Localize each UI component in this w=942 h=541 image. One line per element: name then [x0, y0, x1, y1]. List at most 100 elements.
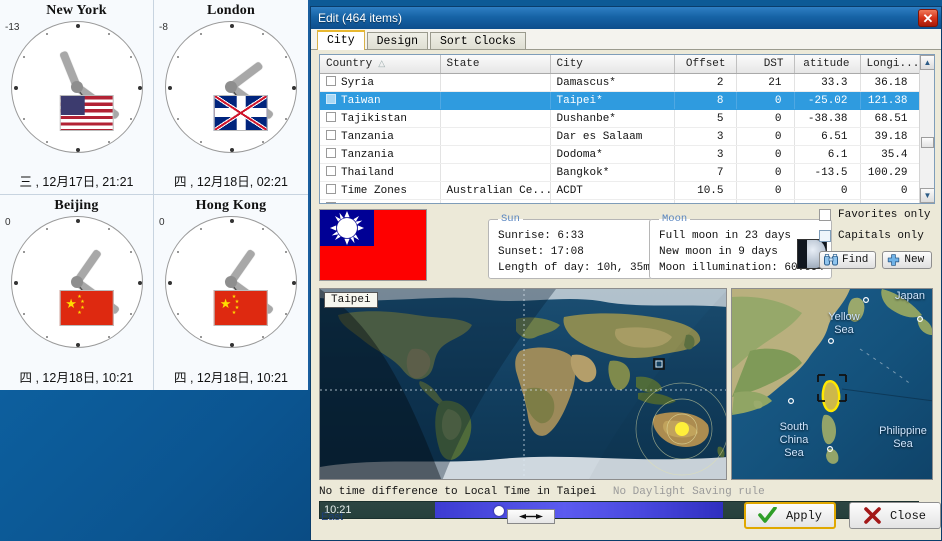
favorites-only-row[interactable]: Favorites only: [819, 209, 931, 221]
table-header-row: Country △ State City Offset DST atitude L…: [320, 55, 921, 74]
table-row[interactable]: Tajikistan Dushanbe* 5 0 -38.38 68.51: [320, 109, 921, 128]
apply-button[interactable]: Apply: [744, 502, 836, 529]
clock-beijing[interactable]: Beijing 0 ★ ★ ★ ★ ★ 四 , 12月18日, 10:21: [0, 195, 154, 390]
region-map[interactable]: Yellow Sea Japan South China Sea Philippine…: [731, 288, 933, 480]
cell-offset: 3: [674, 145, 737, 164]
row-checkbox[interactable]: [326, 130, 336, 140]
star-icon: ★: [77, 309, 82, 316]
country-label: Taiwan: [341, 95, 381, 107]
cell-latitude: 6.1: [794, 145, 861, 164]
dialog-title: Edit (464 items): [318, 11, 403, 25]
scrollbar-thumb[interactable]: [921, 137, 934, 148]
clock-london[interactable]: London -8 四 , 12月18日, 02:21: [154, 0, 308, 195]
col-country[interactable]: Country △: [320, 55, 441, 74]
col-latitude[interactable]: atitude: [794, 55, 861, 74]
country-label: Time Zones: [341, 203, 407, 204]
clock-tick: [107, 228, 110, 231]
cn-flag-icon: ★ ★ ★ ★ ★: [213, 289, 268, 326]
cell-state: [440, 91, 551, 110]
col-label: Country: [326, 58, 373, 70]
clock-tick: [177, 251, 180, 253]
country-label: Time Zones: [341, 185, 408, 197]
cell-country: Time Zones: [320, 181, 441, 200]
clock-tick: [262, 140, 264, 143]
clock-tick: [22, 313, 25, 315]
clock-tick: [22, 56, 25, 58]
clock-tick: [200, 335, 202, 338]
cell-city: Damascus*: [550, 73, 675, 92]
table-row[interactable]: Tanzania Dodoma* 3 0 6.1 35.4: [320, 145, 921, 164]
row-checkbox[interactable]: [326, 166, 336, 176]
col-dst[interactable]: DST: [736, 55, 795, 74]
clock-title: Hong Kong: [195, 198, 267, 213]
clock-tick: [200, 228, 202, 231]
cell-city: ACST: [550, 199, 675, 203]
clock-tick: [75, 24, 80, 28]
table-row[interactable]: Time Zones Australian Ce... ACDT 10.5 0 …: [320, 181, 921, 200]
sun-info-group: Sun Sunrise: 6:33 Sunset: 17:08 Length o…: [488, 213, 658, 279]
arrow-nudge-icon[interactable]: [507, 509, 555, 524]
table-row[interactable]: Thailand Bangkok* 7 0 -13.5 100.29: [320, 163, 921, 182]
clock-tick: [230, 343, 234, 347]
scroll-up-icon[interactable]: ▲: [920, 55, 934, 70]
close-icon[interactable]: ✕: [918, 9, 938, 27]
col-offset[interactable]: Offset: [674, 55, 737, 74]
slider-east-label: East: [321, 511, 344, 523]
find-button[interactable]: Find: [819, 251, 877, 269]
clock-tick: [177, 56, 180, 58]
close-button[interactable]: Close: [849, 502, 941, 529]
clock-tick: [45, 33, 48, 36]
cell-dst: 0: [736, 127, 795, 146]
clock-tick: [292, 281, 296, 285]
sunset-text: Sunset: 17:08: [498, 246, 584, 258]
clock-tick: [230, 148, 234, 152]
capitals-only-checkbox[interactable]: [819, 230, 831, 242]
check-icon: [758, 507, 777, 523]
cell-longitude: 0: [860, 181, 921, 200]
cell-longitude: 36.18: [860, 73, 921, 92]
row-checkbox[interactable]: [326, 76, 336, 86]
star-icon: ★: [219, 295, 232, 311]
dialog-titlebar[interactable]: Edit (464 items) ✕: [311, 7, 941, 29]
clock-new-york[interactable]: New York -13 三 , 12月17日, 21:21: [0, 0, 154, 195]
city-table[interactable]: Country △ State City Offset DST atitude L…: [319, 54, 935, 204]
row-checkbox[interactable]: [326, 148, 336, 158]
tab-city[interactable]: City: [317, 30, 365, 50]
table-row[interactable]: Tanzania Dar es Salaam 3 0 6.51 39.18: [320, 127, 921, 146]
clock-hong-kong[interactable]: Hong Kong 0 ★ ★ ★ ★ ★ 四 , 12月18日, 10:21: [154, 195, 308, 390]
col-longitude[interactable]: Longi...: [860, 55, 921, 74]
tab-sort-clocks[interactable]: Sort Clocks: [430, 32, 526, 51]
table-vertical-scrollbar[interactable]: ▲ ▼: [919, 55, 934, 203]
table-row[interactable]: Syria Damascus* 2 21 33.3 36.18: [320, 73, 921, 92]
world-clock-panel: New York -13 三 , 12月17日, 21:21 London -8…: [0, 0, 310, 390]
new-button[interactable]: New: [882, 251, 933, 269]
close-label: Close: [889, 508, 926, 523]
cell-country: Thailand: [320, 163, 441, 182]
info-row: Sun Sunrise: 6:33 Sunset: 17:08 Length o…: [319, 209, 935, 283]
slider-knob[interactable]: [494, 506, 504, 516]
col-city[interactable]: City: [550, 55, 675, 74]
cell-dst: 0: [736, 163, 795, 182]
table-row[interactable]: Time Zones Australian Ce... ACST 9.5 0 0…: [320, 199, 921, 204]
row-checkbox[interactable]: [326, 202, 336, 203]
tab-design[interactable]: Design: [366, 32, 429, 51]
scroll-down-icon[interactable]: ▼: [920, 188, 934, 203]
table-row-selected[interactable]: Taiwan Taipei* 8 0 -25.02 121.38: [320, 91, 921, 110]
row-checkbox[interactable]: [326, 94, 336, 104]
star-icon: ★: [231, 309, 237, 316]
moon-legend: Moon: [662, 213, 688, 225]
cell-state: Australian Ce...: [440, 199, 551, 203]
world-map[interactable]: Taipei: [319, 288, 727, 480]
clock-tick: [177, 313, 180, 315]
row-checkbox[interactable]: [326, 112, 336, 122]
cell-offset: 9.5: [674, 199, 737, 203]
action-button-row: Find New: [819, 251, 933, 269]
moon-info-group: Moon Full moon in 23 days New moon in 9 …: [649, 213, 833, 279]
clock-tick: [284, 118, 287, 120]
capitals-only-row[interactable]: Capitals only: [819, 230, 931, 242]
sort-ascending-icon: △: [378, 59, 386, 69]
cell-latitude: -25.02: [794, 91, 861, 110]
favorites-only-checkbox[interactable]: [819, 209, 831, 221]
row-checkbox[interactable]: [326, 184, 336, 194]
col-state[interactable]: State: [440, 55, 551, 74]
